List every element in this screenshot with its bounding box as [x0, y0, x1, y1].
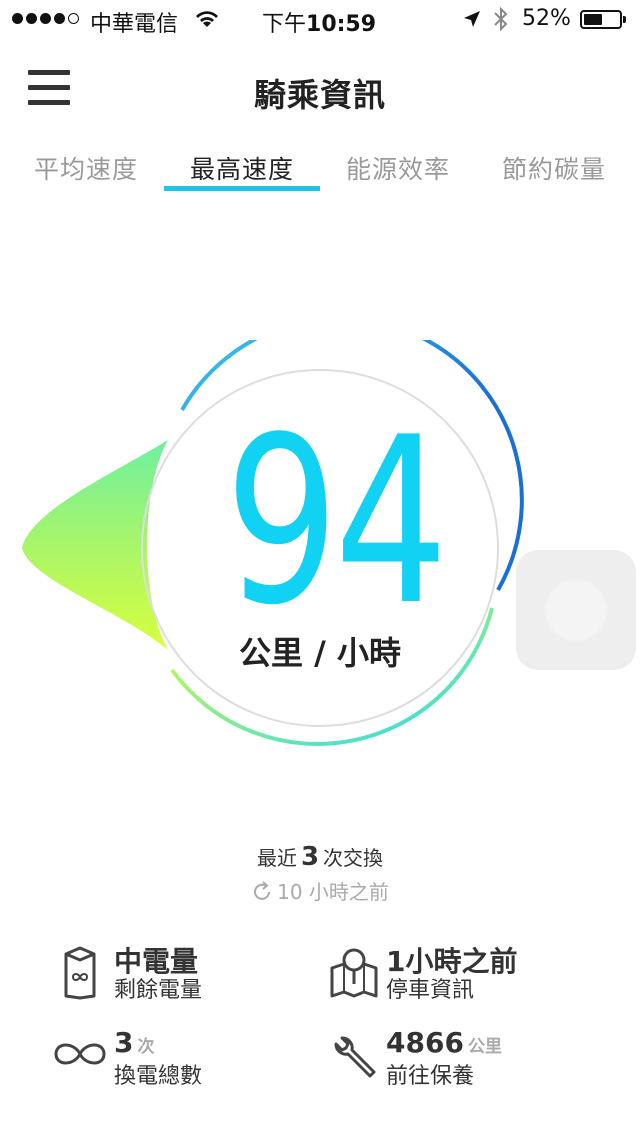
- bluetooth-icon: [494, 6, 508, 32]
- status-bar: 中華電信 下午10:59 52%: [0, 0, 640, 40]
- speed-sweep-shape: [22, 440, 168, 650]
- battery-icon: [580, 10, 626, 29]
- stat-parking[interactable]: 1小時之前 停車資訊: [330, 945, 620, 1006]
- gauge-side-button[interactable]: [516, 550, 636, 670]
- status-clock: 下午10:59: [262, 12, 377, 37]
- service-distance-value: 4866 公里: [386, 1026, 502, 1059]
- battery-percent: 52%: [522, 6, 571, 31]
- signal-strength-icon: [12, 13, 79, 24]
- active-tab-indicator: [164, 186, 320, 191]
- recent-swap-summary: 最近 3 次交換: [256, 842, 384, 872]
- tab-energy-efficiency[interactable]: 能源效率: [320, 150, 476, 186]
- wifi-icon: [196, 11, 218, 27]
- gauge-side-button-knob: [546, 580, 606, 640]
- speed-value: 94: [224, 389, 449, 656]
- stat-swap-count[interactable]: 3次 換電總數: [52, 1026, 322, 1092]
- tab-carbon-saving[interactable]: 節約碳量: [476, 150, 632, 186]
- stat-service[interactable]: 4866 公里 前往保養: [330, 1026, 620, 1092]
- parking-info-label: 停車資訊: [386, 978, 475, 1003]
- parking-map-icon: [330, 948, 378, 998]
- carrier-name: 中華電信: [90, 12, 179, 37]
- stat-battery[interactable]: 中電量 剩餘電量: [62, 945, 322, 1006]
- location-arrow-icon: [464, 11, 480, 27]
- infinity-icon: [54, 1043, 106, 1065]
- speed-unit: 公里 / 小時: [239, 634, 401, 672]
- tab-max-speed[interactable]: 最高速度: [164, 150, 320, 186]
- swap-count-value: 3次: [114, 1026, 155, 1059]
- battery-level-label: 剩餘電量: [114, 978, 203, 1003]
- tab-bar: 平均速度 最高速度 能源效率 節約碳量: [0, 150, 640, 194]
- wrench-icon: [334, 1036, 376, 1078]
- refresh-icon: [254, 881, 271, 900]
- page-title: 騎乘資訊: [253, 76, 386, 114]
- swap-count-label: 換電總數: [114, 1064, 203, 1089]
- last-swap-time: 10 小時之前: [0, 876, 640, 905]
- service-label: 前往保養: [386, 1064, 475, 1089]
- tab-average-speed[interactable]: 平均速度: [8, 150, 164, 186]
- battery-cell-icon: [64, 946, 96, 1000]
